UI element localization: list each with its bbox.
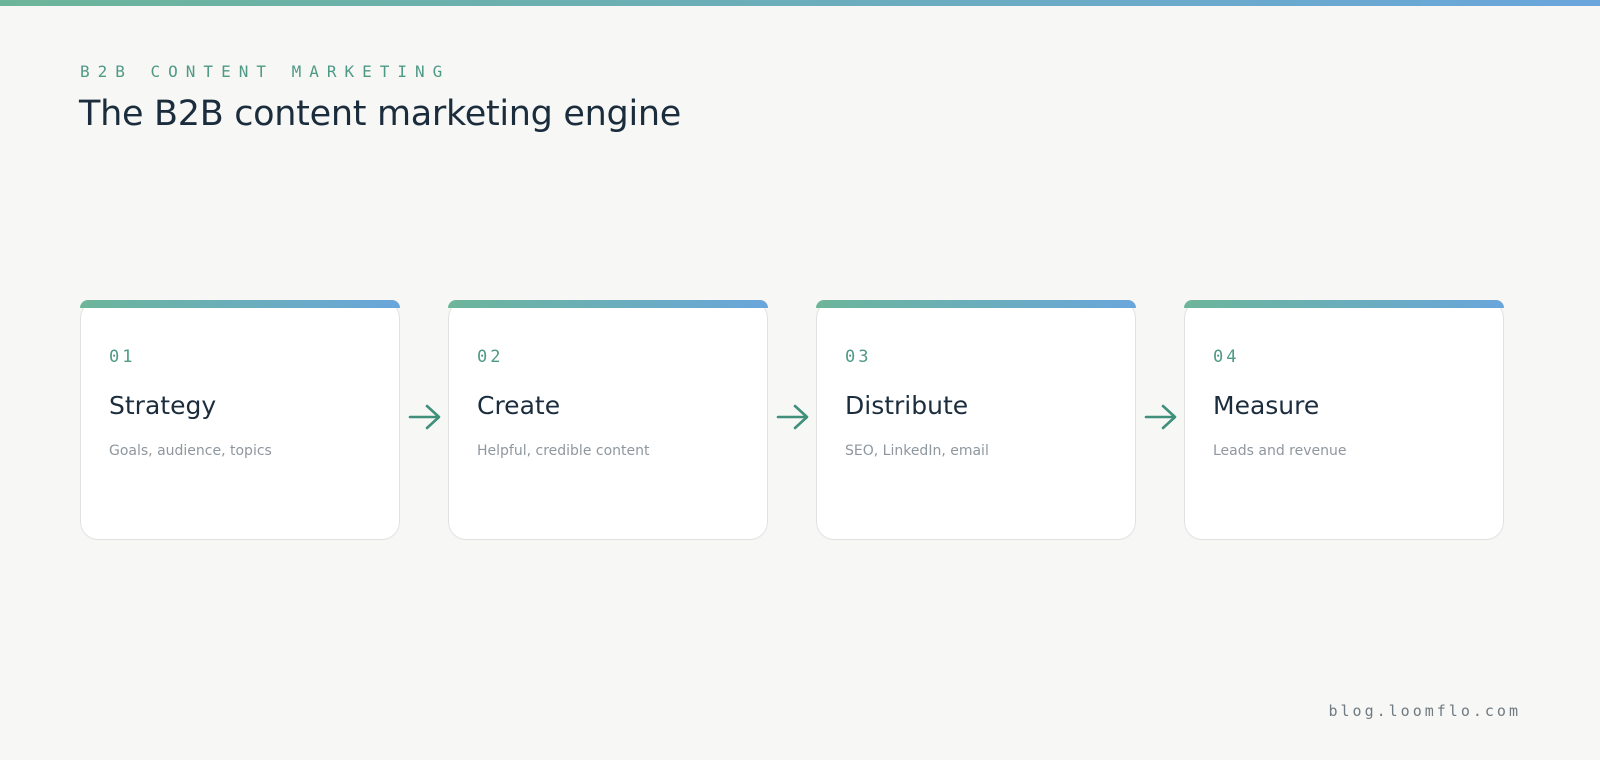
step-description: SEO, LinkedIn, email [845,443,989,459]
step-card-distribute: 03 Distribute SEO, LinkedIn, email [816,300,1136,540]
process-flow: 01 Strategy Goals, audience, topics 02 C… [80,300,1504,540]
step-title: Strategy [109,391,217,420]
step-number: 03 [845,347,872,367]
step-card-measure: 04 Measure Leads and revenue [1184,300,1504,540]
arrow-right-icon [408,404,441,430]
eyebrow-label: B2B CONTENT MARKETING [80,62,451,81]
step-description: Helpful, credible content [477,443,650,459]
step-number: 01 [109,347,136,367]
step-description: Leads and revenue [1213,443,1347,459]
step-card-strategy: 01 Strategy Goals, audience, topics [80,300,400,540]
arrow-right-icon [776,404,809,430]
step-number: 02 [477,347,504,367]
footer-url[interactable]: blog.loomflo.com [1329,702,1522,720]
step-number: 04 [1213,347,1240,367]
step-title: Measure [1213,391,1320,420]
step-title: Create [477,391,561,420]
diagram-page: B2B CONTENT MARKETING The B2B content ma… [0,0,1600,760]
top-gradient-bar [0,0,1600,6]
step-title: Distribute [845,391,969,420]
arrow-right-icon [1144,404,1177,430]
step-card-create: 02 Create Helpful, credible content [448,300,768,540]
step-description: Goals, audience, topics [109,443,272,459]
page-title: The B2B content marketing engine [79,94,681,134]
